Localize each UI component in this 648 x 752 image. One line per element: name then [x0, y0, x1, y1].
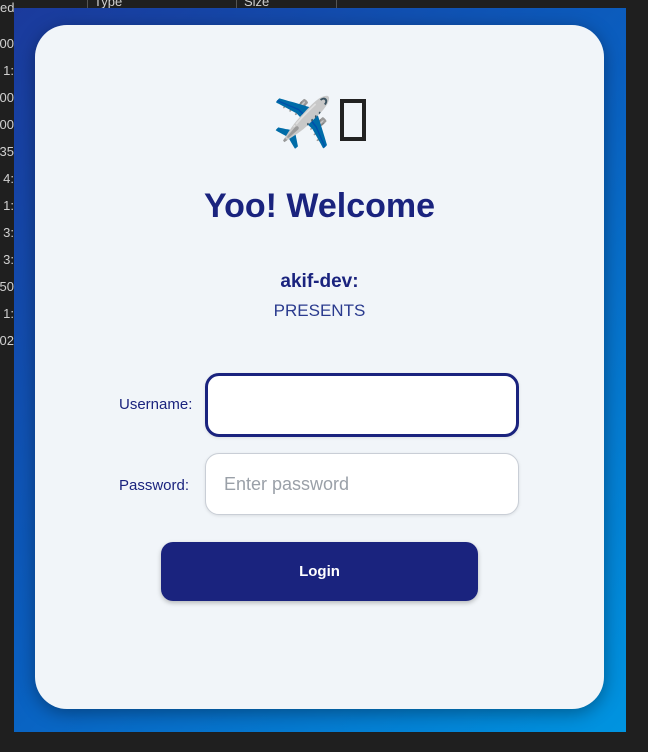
list-item: 02 [0, 333, 14, 348]
list-item: :4 [3, 171, 14, 186]
login-button[interactable]: Login [161, 542, 478, 601]
background-file-list: 00 :1 00 00 35 :4 :1 :3 :3 50 :1 02 [0, 30, 14, 354]
list-item: 50 [0, 279, 14, 294]
list-item: :1 [3, 198, 14, 213]
username-label: Username: [119, 396, 193, 413]
airplane-icon: ✈️ [272, 95, 333, 151]
presents-label: PRESENTS [273, 301, 366, 320]
list-item: :1 [3, 63, 14, 78]
list-item: :1 [3, 306, 14, 321]
password-label: Password: [119, 477, 190, 494]
author-label: akif-dev: [280, 271, 359, 292]
list-item: 00 [0, 36, 14, 51]
list-item: :3 [3, 252, 14, 267]
app-logo: ✈️ [35, 93, 604, 153]
background-modified-header: ed [0, 0, 15, 15]
username-input[interactable] [205, 373, 519, 437]
list-item: 00 [0, 117, 14, 132]
missing-glyph-box-icon [340, 99, 367, 141]
list-item: 00 [0, 90, 14, 105]
login-card: ✈️ Yoo! Welcome akif-dev: PRESENTS Usern… [35, 25, 604, 709]
page-title: Yoo! Welcome [203, 187, 436, 225]
list-item: 35 [0, 144, 14, 159]
password-row: Password: [35, 453, 604, 517]
list-item: :3 [3, 225, 14, 240]
password-input[interactable] [205, 453, 519, 515]
app-window: ✈️ Yoo! Welcome akif-dev: PRESENTS Usern… [14, 8, 626, 732]
username-row: Username: [35, 372, 604, 437]
